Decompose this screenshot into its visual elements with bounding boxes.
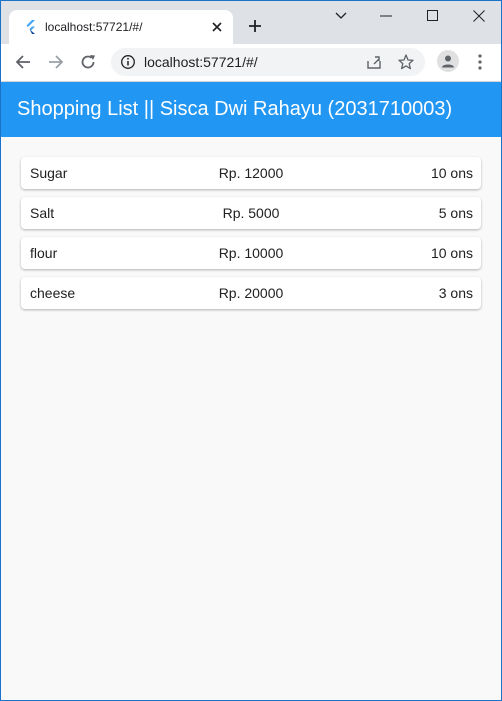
item-quantity: 10 ons <box>430 165 473 181</box>
list-item[interactable]: Sugar Rp. 12000 10 ons <box>21 157 481 189</box>
tab-title: localhost:57721/#/ <box>45 20 143 34</box>
item-quantity: 3 ons <box>438 285 473 301</box>
maximize-icon[interactable] <box>422 5 444 27</box>
new-tab-icon[interactable] <box>245 16 265 36</box>
browser-tab[interactable]: localhost:57721/#/ <box>9 10 233 44</box>
bookmark-star-icon[interactable] <box>397 53 415 71</box>
list-item[interactable]: flour Rp. 10000 10 ons <box>21 237 481 269</box>
item-price: Rp. 5000 <box>222 205 280 221</box>
more-vert-icon[interactable] <box>471 51 489 73</box>
item-quantity: 5 ons <box>438 205 473 221</box>
tab-strip: localhost:57721/#/ <box>1 1 501 44</box>
item-price: Rp. 12000 <box>218 165 284 181</box>
page-title: Shopping List || Sisca Dwi Rahayu (20317… <box>17 98 453 120</box>
close-window-icon[interactable] <box>468 5 490 27</box>
item-price: Rp. 10000 <box>218 245 284 261</box>
reload-icon[interactable] <box>77 51 99 73</box>
back-arrow-icon[interactable] <box>12 51 34 73</box>
item-price: Rp. 20000 <box>218 285 284 301</box>
browser-window: localhost:57721/#/ localhost:57721/#/ Sh… <box>0 0 502 701</box>
minimize-icon[interactable] <box>375 5 397 27</box>
app-bar: Shopping List || Sisca Dwi Rahayu (20317… <box>1 82 501 137</box>
flutter-icon <box>23 19 39 35</box>
info-icon[interactable] <box>120 54 136 70</box>
address-bar[interactable]: localhost:57721/#/ <box>111 48 425 76</box>
list-item[interactable]: cheese Rp. 20000 3 ons <box>21 277 481 309</box>
forward-arrow-icon[interactable] <box>45 51 67 73</box>
list-item[interactable]: Salt Rp. 5000 5 ons <box>21 197 481 229</box>
url-text[interactable]: localhost:57721/#/ <box>144 54 258 70</box>
chevron-down-icon[interactable] <box>330 5 352 27</box>
close-tab-icon[interactable] <box>208 18 226 36</box>
item-quantity: 10 ons <box>430 245 473 261</box>
profile-avatar-icon[interactable] <box>437 50 459 72</box>
shopping-list: Sugar Rp. 12000 10 ons Salt Rp. 5000 5 o… <box>1 137 501 700</box>
share-icon[interactable] <box>365 53 383 71</box>
browser-toolbar: localhost:57721/#/ <box>1 44 501 82</box>
